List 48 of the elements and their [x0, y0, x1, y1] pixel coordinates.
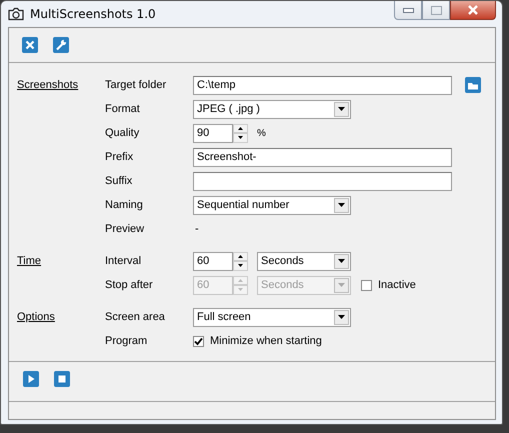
- field-label: Program: [105, 335, 148, 347]
- checkbox[interactable]: Minimize when starting: [193, 335, 322, 347]
- text-field[interactable]: C:\temp: [193, 76, 452, 94]
- text-field[interactable]: Screenshot-: [193, 148, 452, 166]
- folder-icon[interactable]: [465, 77, 481, 93]
- caret-icon: [338, 259, 345, 263]
- close-button[interactable]: [22, 37, 38, 53]
- check-icon: [194, 336, 203, 346]
- field-label: Target folder: [105, 79, 168, 91]
- close-button[interactable]: [450, 1, 496, 20]
- window-title: MultiScreenshots 1.0: [30, 7, 156, 21]
- field-label: Stop after: [105, 279, 154, 291]
- up-arrow-icon: [238, 126, 243, 130]
- down-arrow-icon: [238, 264, 243, 268]
- text-field[interactable]: [193, 172, 452, 190]
- up-arrow-icon: [238, 278, 243, 282]
- up-arrow-icon: [238, 254, 243, 258]
- field-label: Quality: [105, 127, 140, 139]
- caret-icon: [338, 283, 345, 287]
- play-button[interactable]: [23, 371, 39, 387]
- camera-icon: [8, 7, 24, 21]
- checkbox[interactable]: Inactive: [361, 279, 416, 291]
- preview-value: -: [194, 223, 199, 235]
- section-heading: Options: [17, 311, 55, 323]
- field-label: Naming: [105, 199, 144, 211]
- field-label: Preview: [105, 223, 146, 235]
- section-heading: Screenshots: [17, 79, 78, 91]
- down-arrow-icon: [238, 288, 243, 292]
- field-label: Screen area: [105, 311, 166, 323]
- field-label: Interval: [105, 255, 142, 267]
- caret-icon: [338, 107, 345, 111]
- section-heading: Time: [17, 255, 42, 267]
- dropdown[interactable]: Sequential number: [193, 196, 351, 214]
- settings-button[interactable]: [53, 37, 69, 53]
- field-label: Prefix: [105, 151, 134, 163]
- down-arrow-icon: [238, 136, 243, 140]
- minimize-button[interactable]: [394, 1, 422, 20]
- caret-icon: [338, 315, 345, 319]
- dropdown[interactable]: Full screen: [193, 308, 351, 326]
- close-icon: [467, 5, 479, 15]
- field-label: Format: [105, 103, 141, 115]
- unit-label: %: [257, 128, 266, 138]
- stop-button[interactable]: [54, 371, 70, 387]
- dropdown[interactable]: JPEG ( .jpg ): [193, 100, 351, 118]
- caret-icon: [338, 203, 345, 207]
- dropdown[interactable]: Seconds: [257, 252, 351, 270]
- maximize-button[interactable]: [422, 1, 450, 20]
- field-label: Suffix: [105, 175, 134, 187]
